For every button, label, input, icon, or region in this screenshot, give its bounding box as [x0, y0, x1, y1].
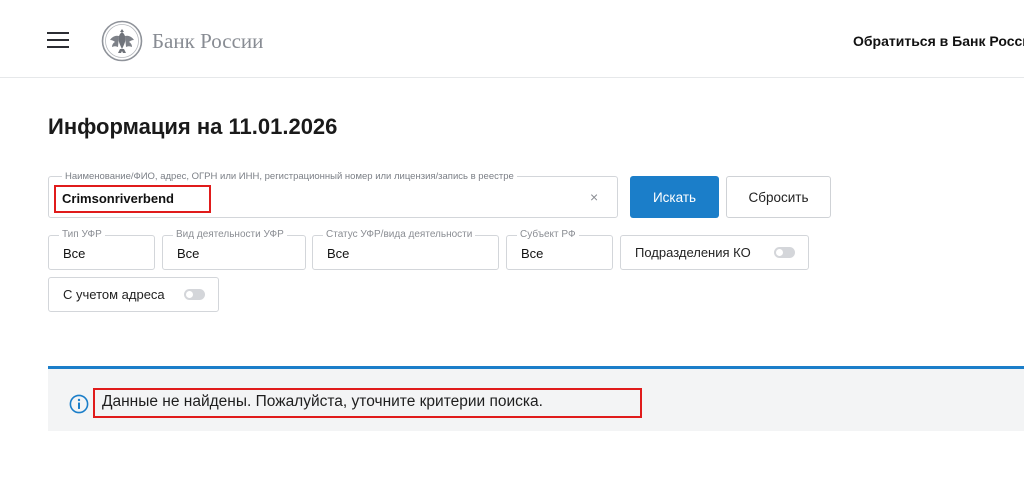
hamburger-menu-icon[interactable] — [47, 32, 69, 48]
filter-label: Тип УФР — [59, 229, 105, 240]
search-button[interactable]: Искать — [630, 176, 719, 218]
logo-text: Банк России — [152, 28, 264, 53]
filter-label: Статус УФР/вида деятельности — [323, 229, 476, 240]
info-icon — [69, 394, 89, 414]
logo[interactable]: Банк России — [101, 20, 263, 62]
toggle-switch[interactable] — [774, 247, 795, 258]
toggle-address-label: С учетом адреса — [63, 287, 165, 302]
filter-value: Все — [177, 246, 200, 261]
filter-region[interactable]: Субъект РФ Все — [506, 229, 613, 270]
toggle-branches[interactable]: Подразделения КО — [620, 235, 809, 270]
toggle-branches-label: Подразделения КО — [635, 245, 751, 260]
reset-button[interactable]: Сбросить — [726, 176, 831, 218]
toggle-address[interactable]: С учетом адреса — [48, 277, 219, 312]
clear-icon[interactable]: × — [590, 189, 598, 205]
search-input-value[interactable]: Crimsonriverbend — [62, 191, 174, 206]
filter-activity-type[interactable]: Вид деятельности УФР Все — [162, 229, 306, 270]
filter-label: Субъект РФ — [517, 229, 579, 240]
toggle-switch[interactable] — [184, 289, 205, 300]
notice-message: Данные не найдены. Пожалуйста, уточните … — [102, 393, 543, 410]
filter-status[interactable]: Статус УФР/вида деятельности Все — [312, 229, 499, 270]
filter-ufr-type[interactable]: Тип УФР Все — [48, 229, 155, 270]
filter-label: Вид деятельности УФР — [173, 229, 287, 240]
contact-bank-link[interactable]: Обратиться в Банк Росси — [853, 33, 1024, 49]
filter-value: Все — [63, 246, 86, 261]
bank-of-russia-eagle-logo — [101, 20, 143, 62]
site-header: Банк России Обратиться в Банк Росси — [0, 0, 1024, 78]
filter-value: Все — [521, 246, 544, 261]
search-input-label: Наименование/ФИО, адрес, ОГРН или ИНН, р… — [62, 171, 517, 182]
page-title: Информация на 11.01.2026 — [48, 114, 338, 139]
filter-value: Все — [327, 246, 350, 261]
